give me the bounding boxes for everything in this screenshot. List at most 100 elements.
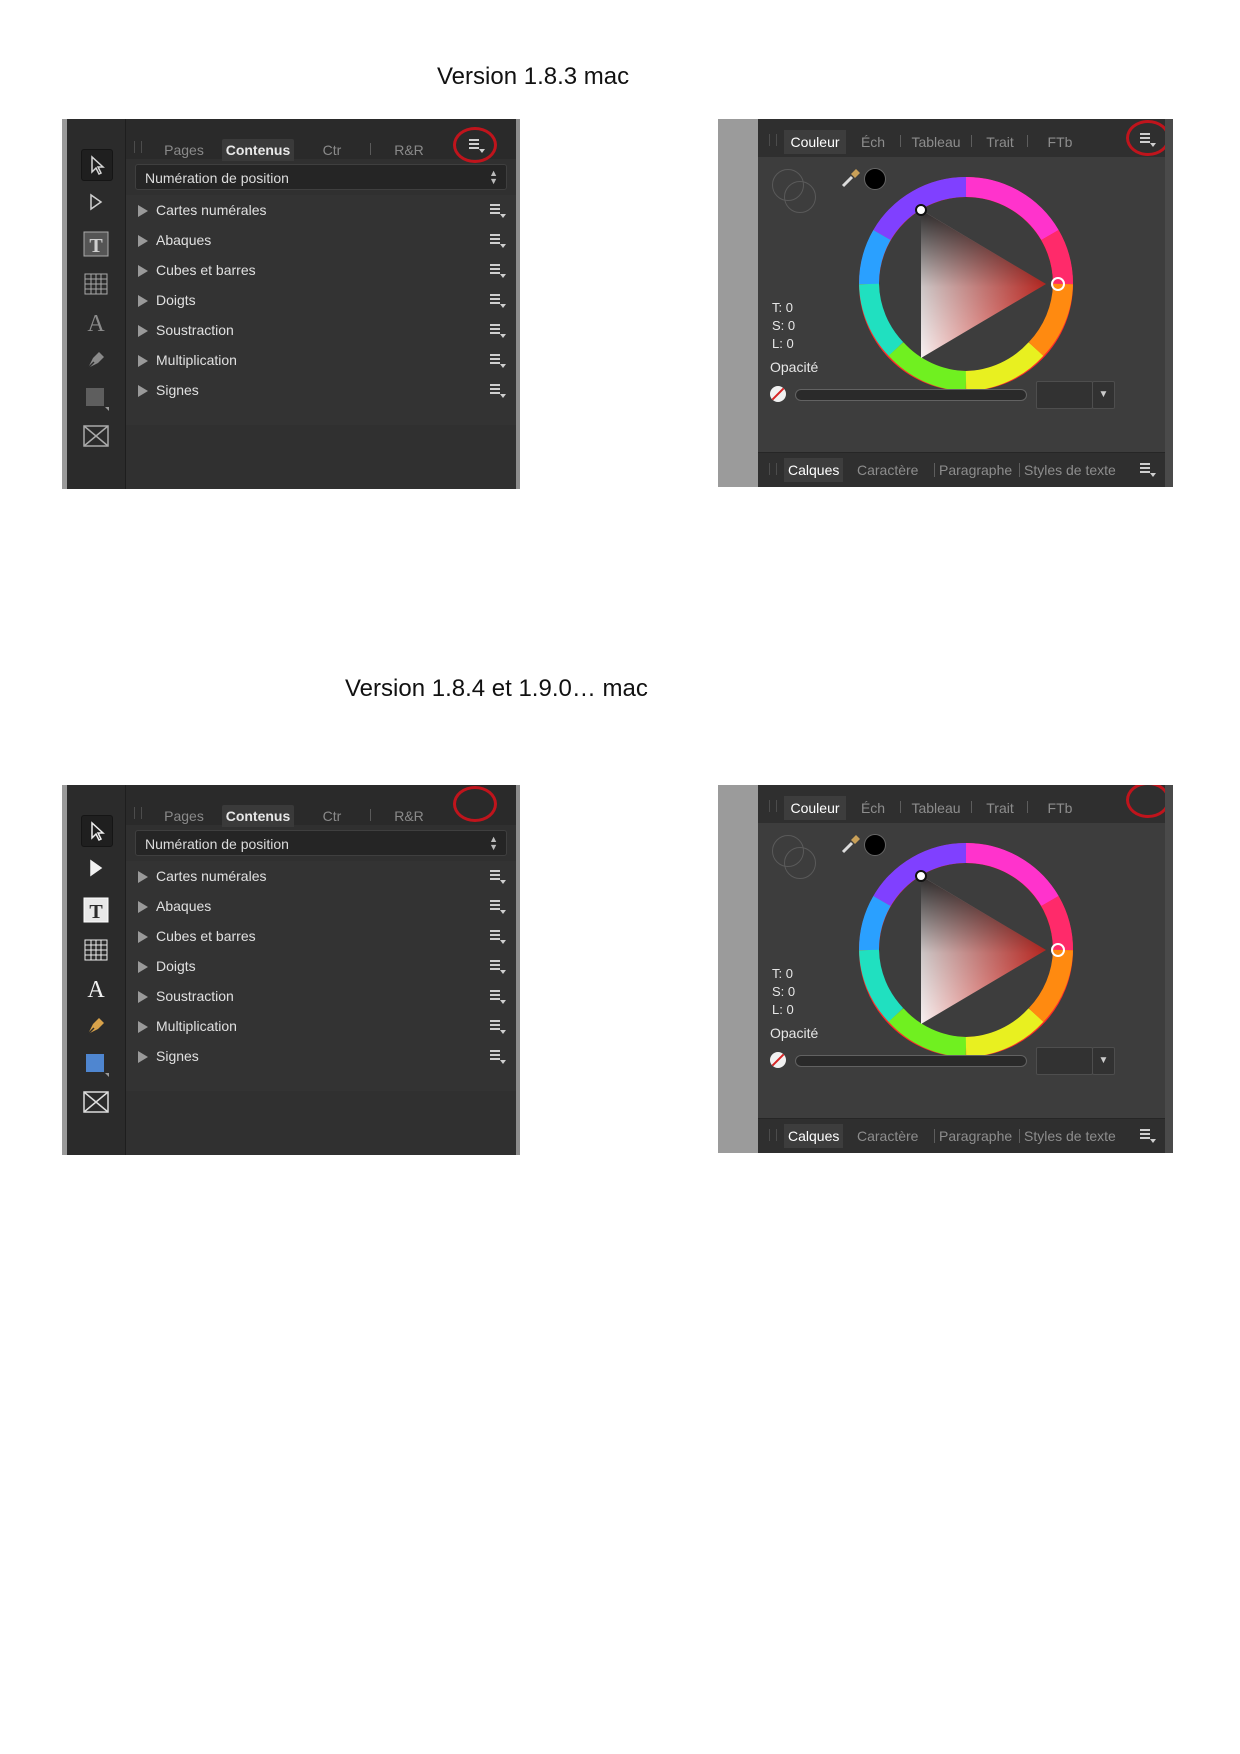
tab-caractere[interactable]: Caractère bbox=[857, 1124, 918, 1148]
pen-tool-button[interactable] bbox=[81, 345, 111, 375]
list-item[interactable]: Cubes et barres bbox=[126, 255, 516, 285]
disclosure-triangle-icon[interactable] bbox=[138, 385, 148, 397]
tab-ech[interactable]: Éch bbox=[853, 796, 893, 820]
list-item[interactable]: Signes bbox=[126, 1041, 516, 1071]
tab-calques[interactable]: Calques bbox=[784, 1124, 844, 1148]
tab-caractere[interactable]: Caractère bbox=[857, 458, 918, 482]
list-item[interactable]: Cartes numérales bbox=[126, 861, 516, 891]
opacity-slider[interactable] bbox=[795, 389, 1027, 401]
item-menu-icon[interactable] bbox=[490, 294, 506, 308]
no-color-icon[interactable] bbox=[770, 386, 786, 402]
opacity-dropdown-arrow-icon[interactable]: ▼ bbox=[1092, 381, 1115, 409]
list-item[interactable]: Multiplication bbox=[126, 1011, 516, 1041]
list-item[interactable]: Soustraction bbox=[126, 981, 516, 1011]
disclosure-triangle-icon[interactable] bbox=[138, 235, 148, 247]
tab-rr[interactable]: R&R bbox=[378, 805, 440, 827]
rectangle-tool-button[interactable] bbox=[81, 383, 111, 413]
no-color-icon[interactable] bbox=[770, 1052, 786, 1068]
list-item[interactable]: Abaques bbox=[126, 891, 516, 921]
fill-stroke-ring-icon[interactable] bbox=[784, 847, 816, 879]
table-tool-button[interactable] bbox=[81, 269, 111, 299]
item-menu-icon[interactable] bbox=[490, 960, 506, 974]
table-tool-button[interactable] bbox=[81, 935, 111, 965]
item-menu-icon[interactable] bbox=[490, 264, 506, 278]
opacity-value-field[interactable] bbox=[1036, 381, 1093, 409]
item-menu-icon[interactable] bbox=[490, 930, 506, 944]
item-menu-icon[interactable] bbox=[490, 204, 506, 218]
category-dropdown[interactable]: Numération de position ▲ ▼ bbox=[135, 164, 507, 190]
item-menu-icon[interactable] bbox=[490, 900, 506, 914]
item-menu-icon[interactable] bbox=[490, 234, 506, 248]
disclosure-triangle-icon[interactable] bbox=[138, 931, 148, 943]
category-dropdown[interactable]: Numération de position ▲ ▼ bbox=[135, 830, 507, 856]
tab-trait[interactable]: Trait bbox=[980, 796, 1020, 820]
panel-grip[interactable] bbox=[769, 463, 777, 475]
disclosure-triangle-icon[interactable] bbox=[138, 961, 148, 973]
tab-ctr[interactable]: Ctr bbox=[302, 805, 362, 827]
panel-grip[interactable] bbox=[134, 141, 142, 153]
color-wheel[interactable] bbox=[856, 843, 1076, 1063]
panel-grip[interactable] bbox=[769, 1129, 777, 1141]
disclosure-triangle-icon[interactable] bbox=[138, 1021, 148, 1033]
pointer-tool-button[interactable] bbox=[81, 149, 113, 181]
item-menu-icon[interactable] bbox=[490, 354, 506, 368]
tab-ech[interactable]: Éch bbox=[853, 130, 893, 154]
list-item[interactable]: Cartes numérales bbox=[126, 195, 516, 225]
tab-contenus[interactable]: Contenus bbox=[222, 139, 294, 161]
tab-ftb[interactable]: FTb bbox=[1040, 796, 1080, 820]
bottom-panel-menu-icon[interactable] bbox=[1140, 463, 1156, 477]
tab-trait[interactable]: Trait bbox=[980, 130, 1020, 154]
tab-ctr[interactable]: Ctr bbox=[302, 139, 362, 161]
tab-pages[interactable]: Pages bbox=[154, 805, 214, 827]
disclosure-triangle-icon[interactable] bbox=[138, 901, 148, 913]
list-item[interactable]: Cubes et barres bbox=[126, 921, 516, 951]
opacity-slider[interactable] bbox=[795, 1055, 1027, 1067]
node-tool-button[interactable] bbox=[81, 853, 111, 883]
tab-calques[interactable]: Calques bbox=[784, 458, 844, 482]
item-menu-icon[interactable] bbox=[490, 870, 506, 884]
item-menu-icon[interactable] bbox=[490, 324, 506, 338]
list-item[interactable]: Abaques bbox=[126, 225, 516, 255]
disclosure-triangle-icon[interactable] bbox=[138, 205, 148, 217]
list-item[interactable]: Doigts bbox=[126, 951, 516, 981]
disclosure-triangle-icon[interactable] bbox=[138, 991, 148, 1003]
text-frame-tool-button[interactable]: T bbox=[81, 229, 111, 259]
tab-couleur[interactable]: Couleur bbox=[784, 796, 846, 820]
opacity-value-field[interactable] bbox=[1036, 1047, 1093, 1075]
rectangle-tool-button[interactable] bbox=[81, 1049, 111, 1079]
tab-couleur[interactable]: Couleur bbox=[784, 130, 846, 154]
list-item[interactable]: Signes bbox=[126, 375, 516, 405]
list-item[interactable]: Soustraction bbox=[126, 315, 516, 345]
panel-grip[interactable] bbox=[769, 134, 777, 146]
item-menu-icon[interactable] bbox=[490, 1020, 506, 1034]
pointer-tool-button[interactable] bbox=[81, 815, 113, 847]
picture-frame-tool-button[interactable] bbox=[81, 1087, 111, 1117]
opacity-dropdown-arrow-icon[interactable]: ▼ bbox=[1092, 1047, 1115, 1075]
disclosure-triangle-icon[interactable] bbox=[138, 265, 148, 277]
color-wheel[interactable] bbox=[856, 177, 1076, 397]
tab-paragraphe[interactable]: Paragraphe bbox=[939, 1124, 1012, 1148]
tab-tableau[interactable]: Tableau bbox=[906, 130, 966, 154]
disclosure-triangle-icon[interactable] bbox=[138, 325, 148, 337]
node-tool-button[interactable] bbox=[81, 187, 111, 217]
tab-rr[interactable]: R&R bbox=[378, 139, 440, 161]
disclosure-triangle-icon[interactable] bbox=[138, 871, 148, 883]
artistic-text-tool-button[interactable]: A bbox=[81, 973, 111, 1003]
disclosure-triangle-icon[interactable] bbox=[138, 355, 148, 367]
picture-frame-tool-button[interactable] bbox=[81, 421, 111, 451]
item-menu-icon[interactable] bbox=[490, 990, 506, 1004]
tab-styles-de-texte[interactable]: Styles de texte bbox=[1024, 458, 1116, 482]
tab-pages[interactable]: Pages bbox=[154, 139, 214, 161]
bottom-panel-menu-icon[interactable] bbox=[1140, 1129, 1156, 1143]
text-frame-tool-button[interactable]: T bbox=[81, 895, 111, 925]
tab-paragraphe[interactable]: Paragraphe bbox=[939, 458, 1012, 482]
item-menu-icon[interactable] bbox=[490, 1050, 506, 1064]
disclosure-triangle-icon[interactable] bbox=[138, 295, 148, 307]
list-item[interactable]: Doigts bbox=[126, 285, 516, 315]
item-menu-icon[interactable] bbox=[490, 384, 506, 398]
disclosure-triangle-icon[interactable] bbox=[138, 1051, 148, 1063]
list-item[interactable]: Multiplication bbox=[126, 345, 516, 375]
tab-contenus[interactable]: Contenus bbox=[222, 805, 294, 827]
fill-stroke-ring-icon[interactable] bbox=[784, 181, 816, 213]
panel-grip[interactable] bbox=[134, 807, 142, 819]
